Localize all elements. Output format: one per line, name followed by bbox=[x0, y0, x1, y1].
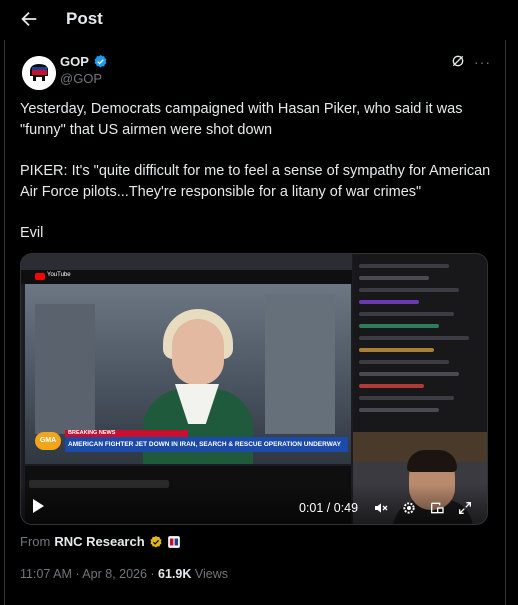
gma-logo: GMA bbox=[35, 432, 61, 450]
view-count: 61.9K bbox=[158, 567, 192, 581]
more-icon[interactable]: ··· bbox=[474, 54, 491, 70]
author-name[interactable]: GOP bbox=[60, 54, 108, 69]
tweet-text-line1: Yesterday, Democrats campaigned with Has… bbox=[20, 101, 463, 138]
verified-badge-icon bbox=[94, 54, 107, 68]
header: Post bbox=[0, 0, 518, 40]
settings-icon[interactable] bbox=[401, 500, 417, 516]
post-metadata: 11:07 AM · Apr 8, 2026 · 61.9K Views bbox=[20, 567, 228, 581]
author-handle[interactable]: @GOP bbox=[60, 71, 102, 86]
stream-chat-panel bbox=[353, 254, 487, 434]
play-icon[interactable] bbox=[33, 499, 44, 513]
news-video-frame: GMA BREAKING NEWS AMERICAN FIGHTER JET D… bbox=[25, 284, 351, 464]
pip-icon[interactable] bbox=[429, 500, 445, 516]
page-title: Post bbox=[66, 9, 103, 28]
tweet-text-closing: Evil bbox=[20, 225, 44, 241]
avatar[interactable] bbox=[22, 56, 56, 90]
grok-icon[interactable] bbox=[450, 53, 466, 69]
gop-elephant-logo bbox=[22, 56, 56, 90]
source-name[interactable]: RNC Research bbox=[54, 534, 144, 549]
mute-icon[interactable] bbox=[373, 500, 389, 516]
video-time: 0:01 / 0:49 bbox=[299, 501, 359, 515]
gold-badge-icon bbox=[150, 535, 162, 548]
fullscreen-icon[interactable] bbox=[457, 500, 473, 516]
video-controls-overlay bbox=[21, 484, 487, 524]
views-label: Views bbox=[191, 567, 228, 581]
news-headline-chyron: AMERICAN FIGHTER JET DOWN IN IRAN, SEARC… bbox=[65, 437, 348, 452]
video-player[interactable]: YouTube GMA BREAKING NEWS AMERICAN FIGHT… bbox=[20, 253, 488, 525]
post-timestamp[interactable]: 11:07 AM · Apr 8, 2026 · bbox=[20, 567, 158, 581]
browser-toolbar bbox=[21, 254, 352, 270]
affiliate-icon bbox=[167, 535, 180, 548]
youtube-name: YouTube bbox=[47, 272, 71, 278]
youtube-logo-icon bbox=[35, 273, 45, 280]
back-arrow-icon[interactable] bbox=[18, 8, 40, 30]
tweet-text-quote: PIKER: It's "quite difficult for me to f… bbox=[20, 163, 491, 200]
breaking-news-banner: BREAKING NEWS bbox=[65, 430, 188, 437]
source-attribution: From RNC Research bbox=[20, 534, 181, 549]
